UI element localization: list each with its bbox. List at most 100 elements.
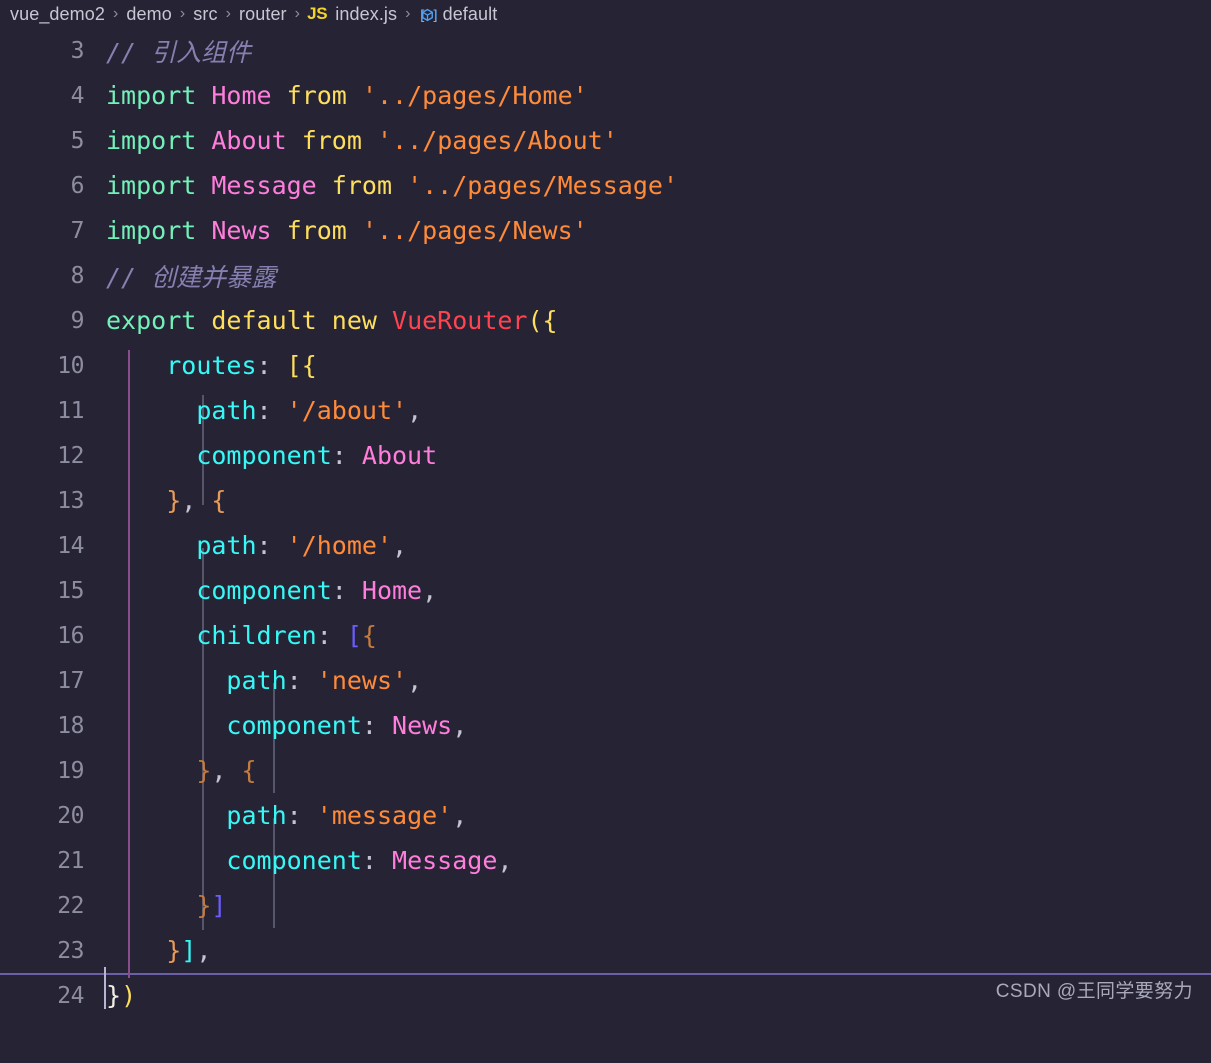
line-number: 13 (57, 487, 84, 514)
breadcrumb-separator-icon: › (405, 5, 411, 22)
token-bracket: { (361, 621, 377, 650)
breadcrumb-separator-icon: › (225, 5, 232, 22)
token-string: '../pages/Message' (407, 171, 679, 200)
code-editor[interactable]: 3 // 引入组件 4 import Home from '../pages/H… (0, 28, 1211, 1013)
breadcrumb-item-router[interactable]: router (238, 4, 288, 25)
token-string: '../pages/About' (376, 126, 618, 155)
token-bracket: ) (121, 981, 137, 1010)
line-number: 22 (57, 892, 84, 919)
code-line[interactable]: 5 import About from '../pages/About' (0, 118, 1211, 163)
code-line[interactable]: 22 }] (0, 883, 1211, 928)
token-bracket: { (211, 486, 227, 515)
line-number: 4 (70, 82, 85, 109)
breadcrumb-separator-icon: › (112, 5, 119, 22)
line-number: 3 (70, 37, 85, 64)
breadcrumb-item-src[interactable]: src (192, 4, 218, 25)
token-class: About (211, 126, 287, 155)
line-number: 14 (57, 532, 84, 559)
breadcrumb-separator-icon: › (179, 5, 186, 22)
token-bracket: ] (211, 891, 227, 920)
token-colon: : (256, 351, 272, 380)
code-line[interactable]: 6 import Message from '../pages/Message' (0, 163, 1211, 208)
line-number: 11 (57, 397, 84, 424)
line-number: 18 (57, 712, 84, 739)
code-line[interactable]: 14 path: '/home', (0, 523, 1211, 568)
code-line[interactable]: 19 }, { (0, 748, 1211, 793)
breadcrumb-item-demo[interactable]: demo (125, 4, 172, 25)
token-class: Home (361, 576, 423, 605)
code-content: import News from '../pages/News' (106, 216, 588, 245)
breadcrumb-item-index-js[interactable]: index.js (334, 4, 398, 25)
code-content: import Home from '../pages/Home' (106, 81, 588, 110)
code-line[interactable]: 4 import Home from '../pages/Home' (0, 73, 1211, 118)
token-function: VueRouter (392, 306, 528, 335)
line-number: 24 (57, 982, 84, 1009)
code-line[interactable]: 3 // 引入组件 (0, 28, 1211, 73)
code-content: children: [{ (106, 621, 377, 650)
line-number: 15 (57, 577, 84, 604)
token-class: Message (392, 846, 498, 875)
line-number: 8 (70, 262, 85, 289)
code-line[interactable]: 17 path: 'news', (0, 658, 1211, 703)
code-line[interactable]: 11 path: '/about', (0, 388, 1211, 433)
breadcrumb-separator-icon: › (294, 5, 301, 22)
token-comma: , (407, 396, 423, 425)
line-number: 19 (57, 757, 84, 784)
token-bracket: } (166, 936, 182, 965)
code-line[interactable]: 10 routes: [{ (0, 343, 1211, 388)
token-bracket: } (106, 981, 122, 1010)
token-bracket: ({ (527, 306, 558, 335)
token-from: from (331, 171, 393, 200)
code-line[interactable]: 13 }, { (0, 478, 1211, 523)
token-keyword-default: default (211, 306, 317, 335)
token-string: 'news' (316, 666, 408, 695)
code-line[interactable]: 15 component: Home, (0, 568, 1211, 613)
line-number: 12 (57, 442, 84, 469)
token-comma: , (422, 576, 438, 605)
breadcrumb-item-default[interactable]: default (442, 4, 499, 25)
token-property: path (196, 531, 257, 560)
token-bracket: [ (346, 621, 362, 650)
token-bracket: } (196, 756, 212, 785)
token-comma: , (452, 801, 468, 830)
code-line[interactable]: 8 // 创建并暴露 (0, 253, 1211, 298)
code-line[interactable]: 9 export default new VueRouter({ (0, 298, 1211, 343)
token-property: children (196, 621, 317, 650)
token-keyword: import (106, 126, 197, 155)
code-lines: 3 // 引入组件 4 import Home from '../pages/H… (0, 28, 1211, 1013)
code-content: path: 'message', (106, 801, 467, 830)
token-string: '../pages/Home' (361, 81, 588, 110)
token-bracket: [{ (286, 351, 317, 380)
token-string: 'message' (316, 801, 453, 830)
token-property: component (196, 441, 332, 470)
token-bracket: } (196, 891, 212, 920)
code-line[interactable]: 7 import News from '../pages/News' (0, 208, 1211, 253)
code-line[interactable]: 21 component: Message, (0, 838, 1211, 883)
token-property: path (226, 801, 287, 830)
token-class: News (392, 711, 453, 740)
code-line[interactable]: 18 component: News, (0, 703, 1211, 748)
symbol-cube-icon: [ ] (418, 6, 437, 25)
code-content: // 创建并暴露 (106, 258, 276, 294)
code-line[interactable]: 12 component: About (0, 433, 1211, 478)
code-content: import About from '../pages/About' (106, 126, 618, 155)
code-line[interactable]: 23 }], (0, 928, 1211, 973)
breadcrumb: vue_demo2 › demo › src › router › JS ind… (0, 0, 1211, 28)
token-keyword: import (106, 216, 197, 245)
svg-text:]: ] (431, 8, 437, 24)
line-number: 23 (57, 937, 84, 964)
code-line[interactable]: 20 path: 'message', (0, 793, 1211, 838)
token-colon: : (331, 576, 347, 605)
token-string: '../pages/News' (361, 216, 588, 245)
code-line[interactable]: 16 children: [{ (0, 613, 1211, 658)
token-from: from (286, 216, 347, 245)
token-property: path (196, 396, 257, 425)
token-string: '/home' (286, 531, 393, 560)
token-from: from (301, 126, 362, 155)
breadcrumb-item-vue_demo2[interactable]: vue_demo2 (9, 4, 106, 25)
token-from: from (286, 81, 347, 110)
token-comma: , (407, 666, 423, 695)
line-number: 5 (70, 127, 85, 154)
code-content: path: 'news', (106, 666, 422, 695)
token-colon: : (316, 621, 332, 650)
